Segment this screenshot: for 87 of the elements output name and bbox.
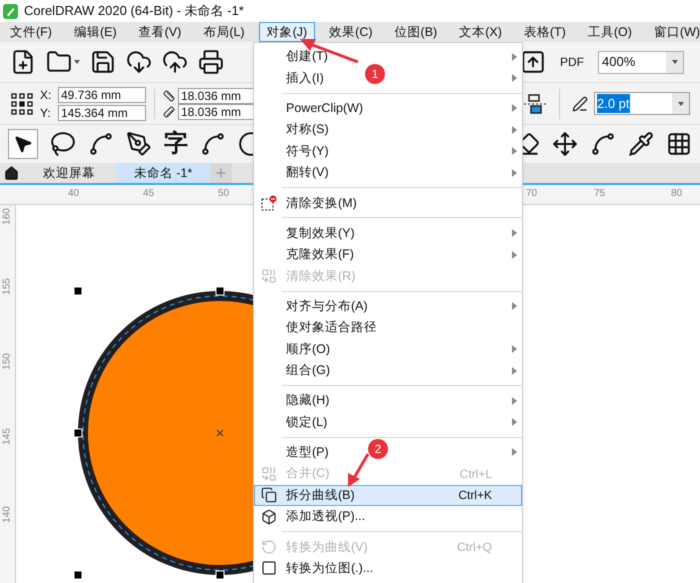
break-apart-icon [260, 487, 276, 504]
selection-handle[interactable] [216, 570, 224, 580]
pen-tool-icon[interactable] [126, 131, 152, 157]
menu-item[interactable]: PowerClip(W) [286, 98, 364, 118]
caret-icon [672, 60, 678, 64]
menu-bar-item[interactable]: 位图(B) [386, 22, 446, 42]
ruler-label: 80 [671, 187, 682, 201]
pdf-export-button[interactable]: PDF [556, 56, 588, 68]
menu-item[interactable]: 翻转(V) [286, 163, 329, 182]
menu-item[interactable]: 复制效果(Y) [286, 224, 355, 242]
reference-point-icon [10, 92, 34, 116]
export-icon[interactable] [520, 49, 546, 75]
menu-item[interactable]: 锁定(L) [286, 412, 328, 432]
menu-bar-item[interactable]: 效果(C) [321, 22, 381, 42]
caret-icon [74, 60, 80, 64]
window-title: CorelDRAW 2020 (64-Bit) - 未命名 -1* [24, 2, 244, 20]
selection-handle[interactable] [216, 286, 224, 296]
menu-item[interactable]: 组合(G) [286, 361, 330, 380]
menu-item[interactable]: 符号(Y) [286, 142, 329, 161]
ruler-label: 150 [0, 352, 14, 372]
ruler-label: 140 [0, 505, 14, 525]
x-label: X: [40, 86, 52, 104]
shortcut-label: Ctrl+K [458, 487, 493, 504]
lasso-icon[interactable] [50, 131, 76, 157]
menu-item[interactable]: 使对象适合路径 [286, 318, 377, 337]
menu-item[interactable]: 隐藏(H) [286, 391, 330, 410]
height-icon [163, 106, 175, 118]
menu-item[interactable]: 清除变换(M) [286, 194, 357, 212]
width-icon [163, 90, 175, 102]
menu-bar-item[interactable]: 表格(T) [516, 22, 574, 42]
menu-bar-item[interactable]: 窗口(W) [646, 22, 700, 42]
x-field[interactable]: 49.736 mm [58, 86, 146, 102]
menu-item[interactable]: 顺序(O) [286, 340, 330, 358]
menu-item[interactable]: 添加透视(P)... [286, 507, 366, 526]
cloud-download-icon[interactable] [126, 49, 152, 75]
y-label: Y: [40, 104, 52, 122]
menu-item[interactable]: 克隆效果(F) [286, 245, 354, 264]
ruler-label: 75 [594, 187, 606, 201]
zoom-dropdown[interactable]: 400% [598, 50, 684, 74]
ruler-label: 155 [0, 277, 14, 297]
app-logo-icon [3, 4, 18, 18]
menu-item[interactable]: 转换为位图(.)... [286, 559, 374, 578]
menu-item[interactable]: 对称(S) [286, 120, 329, 140]
grid-icon[interactable] [666, 131, 692, 157]
y-field[interactable]: 145.364 mm [58, 104, 146, 120]
perspective-icon [260, 508, 276, 525]
print-icon[interactable] [198, 49, 224, 75]
ruler-label: 145 [0, 427, 14, 447]
ruler-label: 45 [143, 187, 154, 201]
shortcut-label: Ctrl+L [460, 466, 493, 483]
shortcut-label: Ctrl+Q [456, 538, 493, 556]
menu-bar-item[interactable]: 查看(V) [130, 22, 190, 42]
menu-bar-item[interactable]: 布局(L) [195, 22, 253, 42]
selection-handle[interactable] [74, 570, 82, 580]
menu-item[interactable]: 造型(P) [286, 442, 329, 462]
selection-handle[interactable] [74, 286, 82, 296]
pointer-icon [13, 134, 33, 154]
bitmap-icon [260, 560, 276, 576]
menu-bar-item[interactable]: 编辑(E) [66, 22, 125, 42]
text-tool-button[interactable]: 字 [164, 132, 188, 156]
move-icon[interactable] [552, 131, 578, 157]
eyedropper-icon[interactable] [628, 131, 654, 157]
menu-item[interactable]: 拆分曲线(B) Ctrl+K [254, 484, 522, 506]
menu-item[interactable]: 插入(I) [286, 68, 324, 88]
caret-icon [678, 102, 684, 106]
clear-transform-icon [260, 194, 276, 211]
menu-bar-item[interactable]: 工具(O) [580, 22, 640, 42]
menu-item[interactable]: 对齐与分布(A) [286, 296, 368, 316]
ruler-label: 70 [526, 187, 538, 201]
menu-bar-item[interactable]: 文本(X) [451, 22, 510, 42]
selection-handle[interactable] [74, 428, 82, 438]
cloud-upload-icon[interactable] [162, 49, 188, 75]
outline-width-dropdown[interactable]: 2.0 pt [594, 92, 690, 115]
center-mark-icon [216, 430, 224, 436]
menu-item[interactable]: 创建(T) [286, 47, 328, 66]
menu-bar-item[interactable]: 文件(F) [2, 22, 60, 42]
document-tab[interactable]: 未命名 -1* [116, 163, 210, 183]
save-icon[interactable] [90, 49, 116, 75]
ruler-label: 50 [218, 187, 230, 201]
combine-icon [260, 466, 276, 482]
ruler-label: 160 [0, 207, 14, 227]
shape-tool-icon[interactable] [88, 131, 114, 157]
pick-tool-button[interactable] [8, 129, 38, 159]
ruler-label: 40 [68, 187, 80, 201]
annotation-arrow [300, 38, 360, 64]
menu-bar-item[interactable]: 对象(J) [258, 22, 316, 42]
wrap-text-icon[interactable] [523, 92, 547, 116]
